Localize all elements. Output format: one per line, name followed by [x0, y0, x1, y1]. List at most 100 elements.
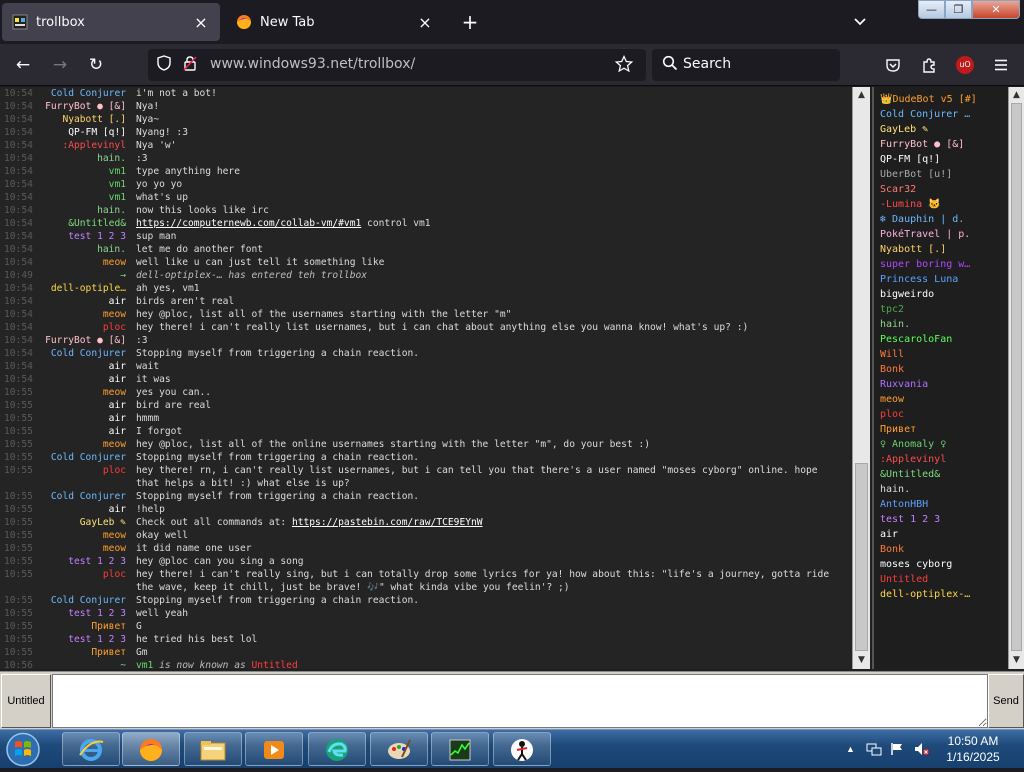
online-user[interactable]: PokéTravel | p. — [874, 227, 1008, 242]
taskbar-media-player[interactable] — [245, 732, 303, 766]
search-bar[interactable]: Search — [652, 49, 840, 81]
tab-close-icon[interactable]: × — [192, 13, 210, 32]
online-user[interactable]: :Applevinyl — [874, 452, 1008, 467]
lock-icon[interactable] — [180, 55, 200, 75]
online-user[interactable]: moses cyborg — [874, 557, 1008, 572]
nickname-button[interactable]: Untitled — [1, 674, 51, 728]
message-nick[interactable]: test 1 2 3 — [40, 555, 126, 568]
taskbar-paint[interactable] — [370, 732, 428, 766]
message-nick[interactable]: meow — [40, 386, 126, 399]
message-nick[interactable]: test 1 2 3 — [40, 633, 126, 646]
online-user[interactable]: Bonk — [874, 362, 1008, 377]
close-window-button[interactable]: ✕ — [972, 0, 1020, 19]
message-nick[interactable]: dell-optiple… — [40, 282, 126, 295]
online-user[interactable]: PescaroloFan — [874, 332, 1008, 347]
message-nick[interactable]: Привет — [40, 646, 126, 659]
online-user[interactable]: hain. — [874, 482, 1008, 497]
message-nick[interactable]: test 1 2 3 — [40, 607, 126, 620]
tab-close-icon[interactable]: × — [416, 13, 434, 32]
start-button[interactable] — [4, 731, 44, 768]
message-nick[interactable]: Привет — [40, 620, 126, 633]
online-user[interactable]: ploc — [874, 407, 1008, 422]
message-nick[interactable]: ploc — [40, 464, 126, 490]
online-user[interactable]: ♀ Anomaly ♀ — [874, 437, 1008, 452]
chat-scrollbar[interactable]: ▲ ▼ — [852, 87, 870, 669]
system-clock[interactable]: 10:50 AM 1/16/2025 — [938, 733, 1008, 765]
network-icon[interactable] — [866, 742, 882, 759]
scroll-down-arrow-icon[interactable]: ▼ — [853, 652, 870, 669]
send-button[interactable]: Send — [988, 674, 1024, 728]
message-nick[interactable]: Cold Conjurer — [40, 87, 126, 100]
extensions-button[interactable] — [916, 52, 942, 78]
online-user[interactable]: test 1 2 3 — [874, 512, 1008, 527]
online-user[interactable]: Nyabott [.] — [874, 242, 1008, 257]
message-nick[interactable]: Cold Conjurer — [40, 347, 126, 360]
online-user[interactable]: bigweirdo — [874, 287, 1008, 302]
taskbar-stickman-app[interactable] — [493, 732, 551, 766]
online-user[interactable]: ❄ Dauphin | d. — [874, 212, 1008, 227]
online-user[interactable]: Привет — [874, 422, 1008, 437]
online-user[interactable]: FurryBot ● [&] — [874, 137, 1008, 152]
message-nick[interactable]: air — [40, 373, 126, 386]
minimize-button[interactable]: — — [918, 0, 945, 19]
scroll-up-arrow-icon[interactable]: ▲ — [853, 87, 870, 104]
online-user[interactable]: 👑DudeBot v5 [#] — [874, 92, 1008, 107]
chat-scrollbar-thumb[interactable] — [855, 463, 868, 651]
message-nick[interactable]: QP-FM [q!] — [40, 126, 126, 139]
message-nick[interactable]: Cold Conjurer — [40, 490, 126, 503]
message-input[interactable] — [52, 674, 988, 728]
message-link[interactable]: https://computernewb.com/collab-vm/#vm1 — [136, 218, 361, 229]
users-scrollbar[interactable]: ▲ ▼ — [1008, 87, 1024, 669]
online-user[interactable]: air — [874, 527, 1008, 542]
taskbar-file-explorer[interactable] — [184, 732, 242, 766]
message-nick[interactable]: vm1 — [40, 191, 126, 204]
message-nick[interactable]: Cold Conjurer — [40, 451, 126, 464]
online-user[interactable]: Cold Conjurer … — [874, 107, 1008, 122]
online-user[interactable]: super boring w… — [874, 257, 1008, 272]
show-hidden-icons-icon[interactable]: ▲ — [846, 744, 855, 754]
tab-new-tab[interactable]: New Tab × — [226, 3, 444, 41]
online-user[interactable]: Princess Luna — [874, 272, 1008, 287]
message-nick[interactable]: ploc — [40, 568, 126, 594]
message-nick[interactable]: air — [40, 503, 126, 516]
online-user[interactable]: tpc2 — [874, 302, 1008, 317]
message-nick[interactable]: meow — [40, 308, 126, 321]
online-user[interactable]: &Untitled& — [874, 467, 1008, 482]
online-user[interactable]: UberBot [u!] — [874, 167, 1008, 182]
back-button[interactable]: ← — [10, 52, 36, 78]
forward-button[interactable]: → — [47, 52, 73, 78]
online-user[interactable]: Ruxvania — [874, 377, 1008, 392]
message-nick[interactable]: ~ — [40, 659, 126, 669]
online-user[interactable]: Untitled — [874, 572, 1008, 587]
maximize-button[interactable]: ❐ — [945, 0, 972, 19]
online-user[interactable]: Bonk — [874, 542, 1008, 557]
bookmark-star-icon[interactable] — [614, 54, 634, 75]
ublock-origin-button[interactable]: uO — [952, 52, 978, 78]
message-nick[interactable]: meow — [40, 256, 126, 269]
message-nick[interactable]: hain. — [40, 152, 126, 165]
users-scrollbar-thumb[interactable] — [1011, 103, 1022, 651]
scroll-up-arrow-icon[interactable]: ▲ — [1009, 87, 1024, 104]
message-nick[interactable]: FurryBot ● [&] — [40, 100, 126, 113]
message-nick[interactable]: &Untitled& — [40, 217, 126, 230]
pocket-button[interactable] — [880, 52, 906, 78]
message-link[interactable]: https://pastebin.com/raw/TCE9EYnW — [292, 517, 483, 528]
taskbar-task-manager[interactable] — [431, 732, 489, 766]
taskbar-firefox[interactable] — [122, 732, 180, 766]
message-nick[interactable]: hain. — [40, 204, 126, 217]
message-nick[interactable]: hain. — [40, 243, 126, 256]
taskbar-edge[interactable] — [308, 732, 366, 766]
online-user[interactable]: hain. — [874, 317, 1008, 332]
message-nick[interactable]: vm1 — [40, 165, 126, 178]
url-text[interactable]: www.windows93.net/trollbox/ — [210, 56, 415, 72]
scroll-down-arrow-icon[interactable]: ▼ — [1009, 652, 1024, 669]
taskbar-internet-explorer[interactable] — [62, 732, 120, 766]
message-nick[interactable]: ploc — [40, 321, 126, 334]
message-nick[interactable]: vm1 — [40, 178, 126, 191]
reload-button[interactable]: ↻ — [83, 52, 109, 78]
online-user[interactable]: -Lumina 🐱 — [874, 197, 1008, 212]
action-center-flag-icon[interactable] — [890, 742, 904, 759]
message-nick[interactable]: GayLeb ✎ — [40, 516, 126, 529]
online-user[interactable]: AntonHBH — [874, 497, 1008, 512]
new-tab-button[interactable]: + — [458, 8, 482, 36]
